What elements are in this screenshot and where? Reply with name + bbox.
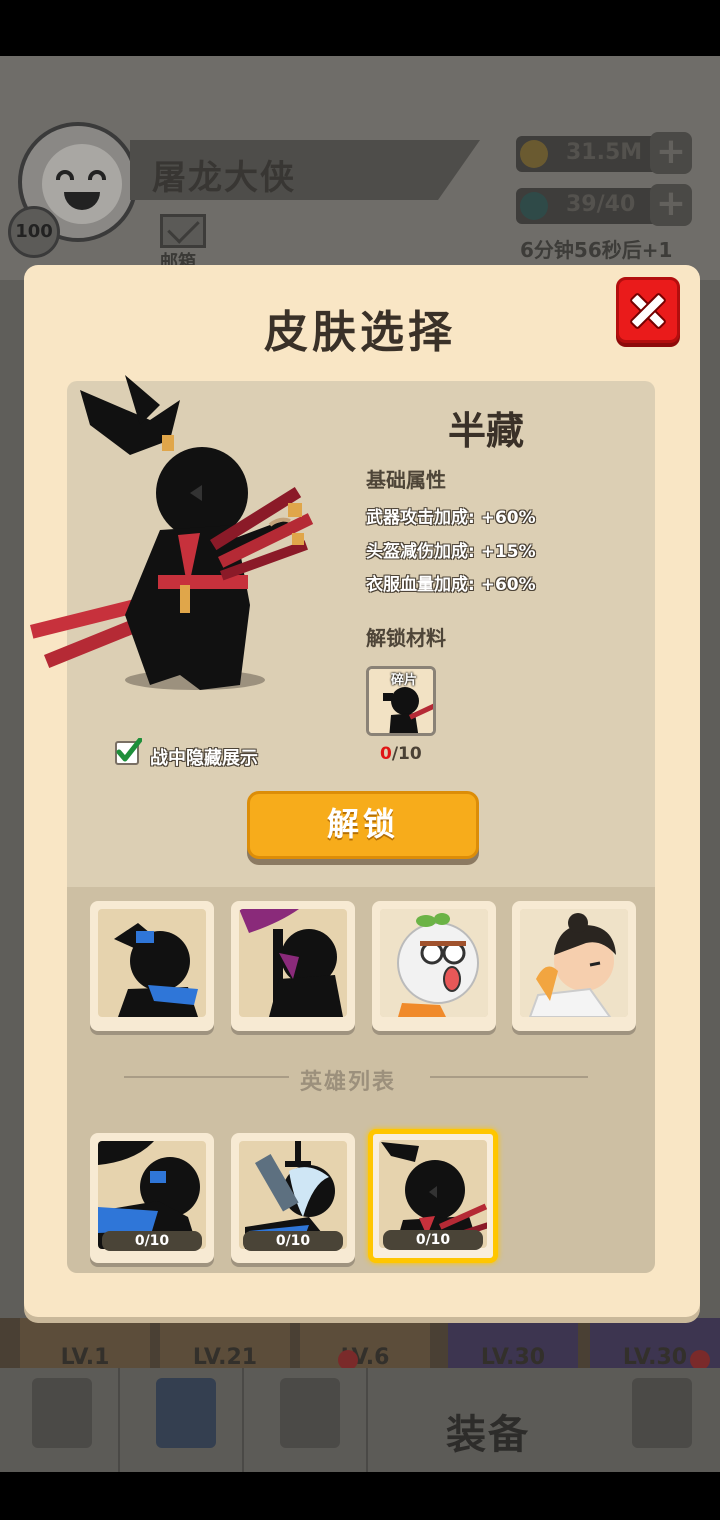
nav-battle-icon — [248, 1368, 368, 1472]
base-attributes-title: 基础属性 — [366, 468, 446, 492]
nav-equip-label: 装备 — [446, 1412, 530, 1458]
hero-progress: 0/10 — [383, 1230, 483, 1250]
unlock-material-title: 解锁材料 — [366, 626, 446, 650]
status-bar — [0, 0, 720, 56]
nav-task-icon — [0, 1368, 120, 1472]
hero-progress: 0/10 — [243, 1231, 343, 1251]
equip-card: LV.21 — [160, 1318, 290, 1368]
stat-helmet-damage-reduction: 头盔减伤加成: +15% — [366, 542, 536, 562]
material-count: 0/10 — [380, 744, 422, 764]
mail-icon — [160, 214, 206, 248]
material-fragment-slot[interactable]: 碎片 — [366, 666, 436, 736]
skin-card[interactable] — [231, 901, 355, 1031]
stamina-counter: 39/40 + — [516, 184, 692, 226]
hero-card-selected[interactable]: 0/10 — [368, 1129, 498, 1263]
stat-clothes-hp: 衣服血量加成: +60% — [366, 575, 536, 595]
player-name: 屠龙大侠 — [152, 158, 296, 198]
player-level-badge: 100 — [8, 206, 60, 258]
divider-left — [124, 1076, 289, 1078]
skin-card[interactable] — [90, 901, 214, 1031]
gold-counter: 31.5M + — [516, 132, 692, 174]
skin-thumbnail — [380, 909, 488, 1017]
system-nav-bar — [0, 1472, 720, 1520]
equip-card: LV.6 — [300, 1318, 430, 1368]
skin-thumbnail — [114, 923, 198, 1017]
equip-card: LV.30 — [448, 1318, 578, 1368]
hide-in-battle-checkbox[interactable] — [114, 738, 142, 766]
nav-training-icon — [124, 1368, 244, 1472]
skin-thumbnail — [239, 909, 343, 1017]
hero-card[interactable]: 0/10 — [231, 1133, 355, 1263]
nav-collect-icon — [600, 1368, 720, 1472]
fragment-label: 碎片 — [390, 673, 417, 688]
hero-progress: 0/10 — [102, 1231, 202, 1251]
hero-card[interactable]: 0/10 — [90, 1133, 214, 1263]
skin-thumbnail — [520, 909, 628, 1017]
unlock-button[interactable]: 解锁 — [247, 791, 479, 859]
skin-card[interactable] — [372, 901, 496, 1031]
skin-name: 半藏 — [448, 409, 525, 453]
hero-list-title: 英雄列表 — [300, 1070, 397, 1095]
stamina-timer: 6分钟56秒后+1 — [520, 238, 673, 262]
dialog-title: 皮肤选择 — [264, 307, 456, 358]
equip-card: LV.1 — [20, 1318, 150, 1368]
stat-weapon-attack: 武器攻击加成: +60% — [366, 508, 536, 528]
hero-preview — [30, 375, 314, 690]
divider-right — [430, 1076, 588, 1078]
close-button[interactable] — [616, 277, 680, 343]
skin-card[interactable] — [512, 901, 636, 1031]
add-stamina-button: + — [650, 184, 692, 226]
coin-icon — [520, 140, 548, 168]
hide-in-battle-label: 战中隐藏展示 — [150, 748, 258, 769]
energy-icon — [520, 192, 548, 220]
add-gold-button: + — [650, 132, 692, 174]
